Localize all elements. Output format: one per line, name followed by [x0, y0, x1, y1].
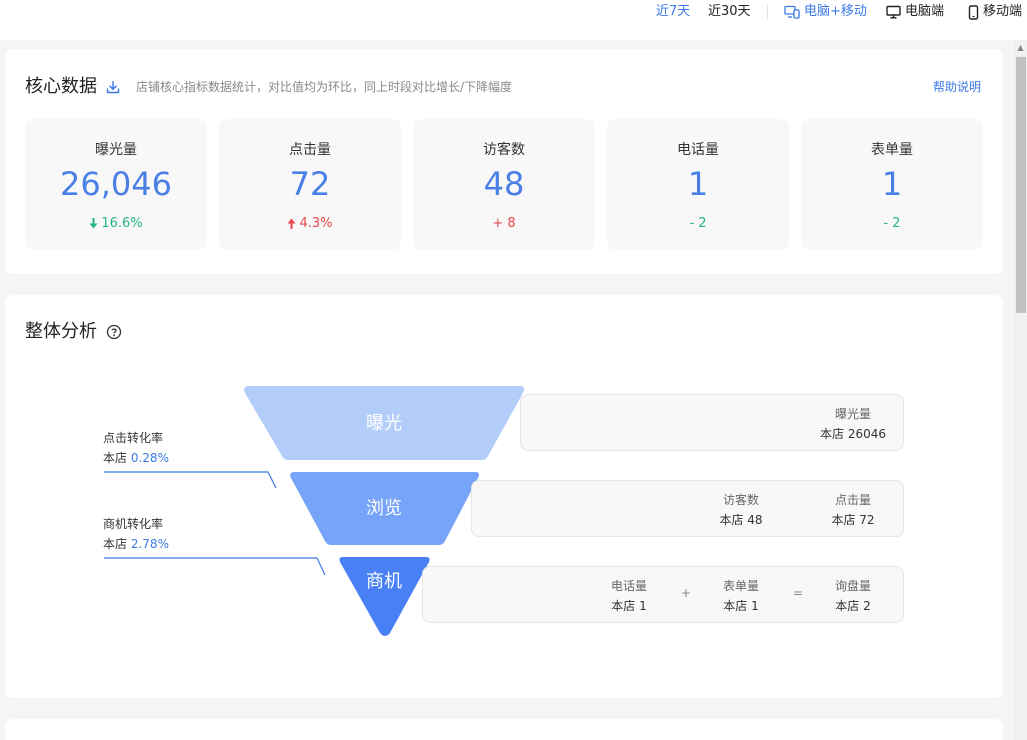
equals-operator: =: [793, 586, 804, 600]
arrow-up-icon: [287, 218, 296, 229]
form-info: 表单量 本店 1: [701, 576, 781, 616]
metric-value: 1: [687, 165, 709, 203]
metric-label: 点击量: [289, 142, 331, 158]
funnel-stage-lead: [339, 557, 430, 636]
next-section-card: [5, 719, 1003, 740]
form-info-label: 表单量: [722, 579, 759, 593]
funnel-stage-lead-label: 商机: [366, 571, 402, 592]
metric-change-value: - 2: [689, 216, 707, 231]
metric-change: - 2: [801, 215, 983, 232]
range-30-days-tab[interactable]: 近30天: [708, 4, 751, 20]
visitors-info-value: 本店 48: [719, 513, 763, 527]
lead-rate-label: 商机转化率: [103, 517, 164, 531]
metric-value: 26,046: [60, 165, 172, 203]
metric-card-visitors: 访客数 48 + 8: [413, 119, 595, 250]
metric-value: 72: [289, 165, 331, 203]
metric-card-phone: 电话量 1 - 2: [607, 119, 789, 250]
click-rate-prefix: 本店: [103, 451, 128, 465]
lead-rate-connector: [104, 557, 326, 576]
lead-info-box: 电话量 本店 1 + 表单量 本店 1 = 询盘量 本店 2: [422, 566, 904, 623]
phone-info: 电话量 本店 1: [589, 576, 669, 616]
top-bar: 近7天 近30天 电脑+移动 电脑端 移动端: [0, 0, 1027, 40]
lead-rate-value: 2.78%: [130, 537, 169, 551]
metric-label: 访客数: [483, 142, 525, 158]
core-data-card: 核心数据 店铺核心指标数据统计，对比值均为环比，同上时段对比增长/下降幅度 帮助…: [5, 49, 1003, 274]
device-pc-label: 电脑端: [905, 4, 945, 19]
metric-label: 曝光量: [95, 142, 137, 158]
inquiry-info: 询盘量 本店 2: [813, 576, 893, 616]
phone-info-label: 电话量: [610, 579, 647, 593]
click-conversion-rate: 点击转化率 本店 0.28%: [103, 428, 169, 468]
inquiry-info-value: 本店 2: [835, 599, 871, 613]
form-info-value: 本店 1: [723, 599, 759, 613]
metric-card-clicks: 点击量 72 4.3%: [219, 119, 401, 250]
inquiry-info-label: 询盘量: [834, 579, 871, 593]
visitors-info: 访客数 本店 48: [701, 490, 781, 530]
exposure-info-label: 曝光量: [834, 407, 871, 421]
lead-conversion-rate: 商机转化率 本店 2.78%: [103, 514, 169, 554]
exposure-info: 曝光量 本店 26046: [813, 404, 893, 444]
overall-analysis-card: 整体分析 曝光 浏览 商机 点击转化率 本店 0.28% 商机转化率 本店 2.…: [5, 295, 1003, 698]
phone-info-value: 本店 1: [611, 599, 647, 613]
click-rate-label: 点击转化率: [103, 431, 164, 445]
metric-change: + 8: [413, 215, 595, 232]
exposure-info-box: 曝光量 本店 26046: [520, 394, 904, 451]
clicks-info-label: 点击量: [834, 493, 871, 507]
device-mobile-label: 移动端: [983, 4, 1023, 19]
monitor-icon: [886, 5, 901, 19]
scroll-up-arrow-icon[interactable]: ▲: [1014, 40, 1027, 56]
lead-rate-row: 本店 2.78%: [103, 534, 169, 554]
metric-change: 4.3%: [219, 215, 401, 232]
help-link[interactable]: 帮助说明: [933, 79, 981, 95]
clicks-info-value: 本店 72: [831, 513, 875, 527]
lead-rate-prefix: 本店: [103, 537, 128, 551]
device-pc-tab[interactable]: 电脑端: [886, 4, 944, 20]
arrow-down-icon: [89, 218, 98, 229]
metric-change: 16.6%: [25, 215, 207, 232]
download-icon[interactable]: [105, 79, 121, 95]
scrollbar-thumb[interactable]: [1016, 57, 1026, 313]
metric-card-exposure: 曝光量 26,046 16.6%: [25, 119, 207, 250]
metric-change-value: 4.3%: [299, 216, 333, 231]
device-all-tab[interactable]: 电脑+移动: [784, 4, 867, 20]
metric-change-value: + 8: [492, 216, 516, 231]
metric-change-value: 16.6%: [101, 216, 143, 231]
mobile-icon: [968, 4, 979, 20]
metric-change: - 2: [607, 215, 789, 232]
range-7-days-tab[interactable]: 近7天: [656, 4, 690, 20]
metric-change-value: - 2: [883, 216, 901, 231]
exposure-info-value: 本店 26046: [820, 427, 886, 441]
browse-info-box: 访客数 本店 48 点击量 本店 72: [471, 480, 904, 537]
visitors-info-label: 访客数: [722, 493, 759, 507]
core-data-title: 核心数据: [25, 76, 97, 97]
clicks-info: 点击量 本店 72: [813, 490, 893, 530]
click-rate-row: 本店 0.28%: [103, 448, 169, 468]
plus-operator: +: [681, 586, 692, 600]
metric-value: 1: [881, 165, 903, 203]
divider: [767, 4, 768, 20]
metric-card-form: 表单量 1 - 2: [801, 119, 983, 250]
pc-mobile-icon: [784, 5, 800, 19]
funnel-stage-exposure-label: 曝光: [366, 413, 402, 434]
device-mobile-tab[interactable]: 移动端: [968, 4, 1022, 20]
metric-value: 48: [483, 165, 525, 203]
core-data-description: 店铺核心指标数据统计，对比值均为环比，同上时段对比增长/下降幅度: [136, 80, 513, 94]
click-rate-value: 0.28%: [130, 451, 169, 465]
funnel-stage-browse-label: 浏览: [366, 498, 402, 519]
metric-label: 电话量: [677, 142, 719, 158]
click-rate-connector: [104, 471, 277, 489]
device-all-label: 电脑+移动: [804, 4, 867, 19]
metric-label: 表单量: [871, 142, 913, 158]
